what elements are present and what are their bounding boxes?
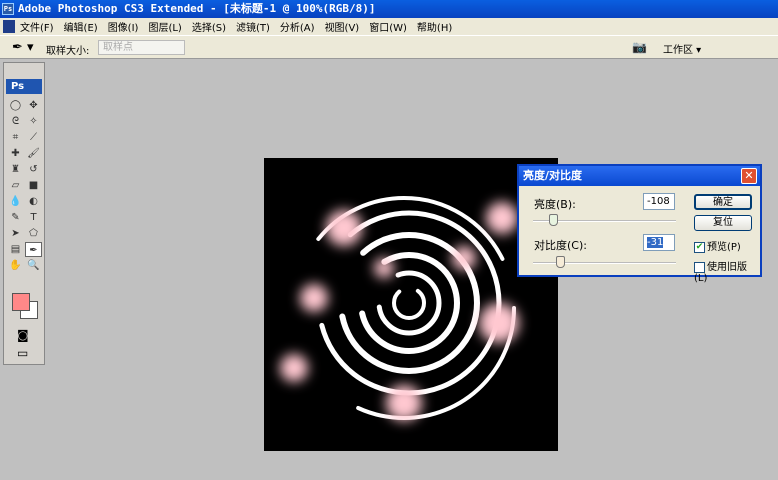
zoom-tool-icon[interactable]: 🔍	[25, 258, 42, 273]
eyedropper-icon[interactable]: ✒	[25, 242, 42, 257]
menu-item[interactable]: 分析(A)	[280, 19, 315, 34]
slice-tool-icon[interactable]: ⟋	[25, 130, 42, 145]
crop-tool-icon[interactable]: ⌗	[7, 130, 24, 145]
eraser-tool-icon[interactable]: ▱	[7, 178, 24, 193]
dialog-title: 亮度/对比度	[519, 166, 760, 186]
workspace-button[interactable]: 工作区 ▾	[663, 41, 701, 56]
history-brush-icon[interactable]: ↺	[25, 162, 42, 177]
screen-mode-icon[interactable]: ▭	[17, 346, 28, 360]
blur-tool-icon[interactable]: 💧	[7, 194, 24, 209]
contrast-label: 对比度(C):	[534, 239, 587, 252]
tools-panel: Ps ◯ ✥ ᘓ ✧ ⌗ ⟋ ✚ 🖌 ♜ ↺ ▱ ■ 💧 ◐ ✎ T ➤ ⬠ ▤ ✒ ✋ 🔍 ◙ ▭	[3, 62, 45, 365]
reset-button[interactable]: 复位	[694, 215, 752, 231]
title-bar: Ps Adobe Photoshop CS3 Extended - [未标题-1 …	[0, 0, 778, 18]
dodge-tool-icon[interactable]: ◐	[25, 194, 42, 209]
ps-menu-icon[interactable]	[3, 20, 15, 33]
ps-app-icon: Ps	[2, 3, 14, 15]
hand-tool-icon[interactable]: ✋	[7, 258, 24, 273]
brush-tool-icon[interactable]: 🖌	[25, 146, 42, 161]
menu-item[interactable]: 图层(L)	[148, 19, 181, 34]
brightness-label: 亮度(B):	[534, 198, 576, 211]
shape-tool-icon[interactable]: ⬠	[25, 226, 42, 241]
notes-tool-icon[interactable]: ▤	[7, 242, 24, 257]
menu-item[interactable]: 编辑(E)	[64, 19, 98, 34]
checkbox-icon[interactable]: ✔	[694, 241, 705, 253]
pen-tool-icon[interactable]: ✎	[7, 210, 24, 225]
stamp-tool-icon[interactable]: ♜	[7, 162, 24, 177]
preview-checkbox[interactable]: ✔ 预览(P)	[694, 238, 741, 253]
type-tool-icon[interactable]: T	[25, 210, 42, 225]
menu-item[interactable]: 视图(V)	[325, 19, 360, 34]
menu-item[interactable]: 文件(F)	[20, 19, 54, 34]
image-canvas[interactable]	[264, 158, 558, 451]
foreground-color-swatch[interactable]	[12, 293, 30, 311]
menu-bar: 文件(F) 编辑(E) 图像(I) 图层(L) 选择(S) 滤镜(T) 分析(A) 视图(V)…	[0, 18, 778, 35]
eyedropper-tool-icon[interactable]: ✒ ▾	[12, 40, 34, 55]
preview-label: 预览(P)	[707, 242, 741, 253]
checkbox-icon[interactable]	[694, 261, 705, 273]
brightness-input[interactable]: -108	[643, 193, 675, 210]
legacy-checkbox[interactable]: 使用旧版(L)	[694, 258, 760, 284]
menu-item[interactable]: 窗口(W)	[369, 19, 407, 34]
move-tool-icon[interactable]: ✥	[25, 98, 42, 113]
menu-item[interactable]: 图像(I)	[108, 19, 139, 34]
path-select-icon[interactable]: ➤	[7, 226, 24, 241]
menu-item[interactable]: 帮助(H)	[417, 19, 452, 34]
magic-wand-tool-icon[interactable]: ✧	[25, 114, 42, 129]
window-title: Adobe Photoshop CS3 Extended - [未标题-1 @ …	[18, 2, 376, 15]
contrast-slider[interactable]	[533, 256, 676, 268]
brightness-slider[interactable]	[533, 214, 676, 226]
contrast-input[interactable]: -31	[647, 237, 664, 248]
marquee-tool-icon[interactable]: ◯	[7, 98, 24, 113]
close-icon[interactable]: ✕	[741, 168, 757, 184]
contrast-slider-thumb[interactable]	[556, 256, 566, 268]
brightness-slider-thumb[interactable]	[549, 214, 559, 226]
radial-rings-artwork	[280, 196, 519, 421]
sample-size-value: 取样点	[103, 42, 133, 53]
sample-size-label: 取样大小:	[46, 46, 90, 57]
ok-button[interactable]: 确定	[694, 194, 752, 210]
brightness-contrast-dialog: 亮度/对比度 ✕ 亮度(B): -108 对比度(C): -31 确定 复位 ✔…	[517, 164, 762, 284]
lasso-tool-icon[interactable]: ᘓ	[7, 114, 24, 129]
sample-size-select[interactable]: 取样点	[98, 40, 185, 55]
healing-brush-icon[interactable]: ✚	[7, 146, 24, 161]
gradient-tool-icon[interactable]: ■	[25, 178, 42, 193]
quick-mask-icon[interactable]: ◙	[17, 328, 29, 342]
menu-item[interactable]: 选择(S)	[192, 19, 226, 34]
options-bar: ✒ ▾ 取样大小: 取样点 📷 工作区 ▾	[0, 35, 778, 59]
ps-logo: Ps	[6, 79, 42, 94]
menu-item[interactable]: 滤镜(T)	[236, 19, 270, 34]
camera-icon[interactable]: 📷	[632, 40, 647, 54]
